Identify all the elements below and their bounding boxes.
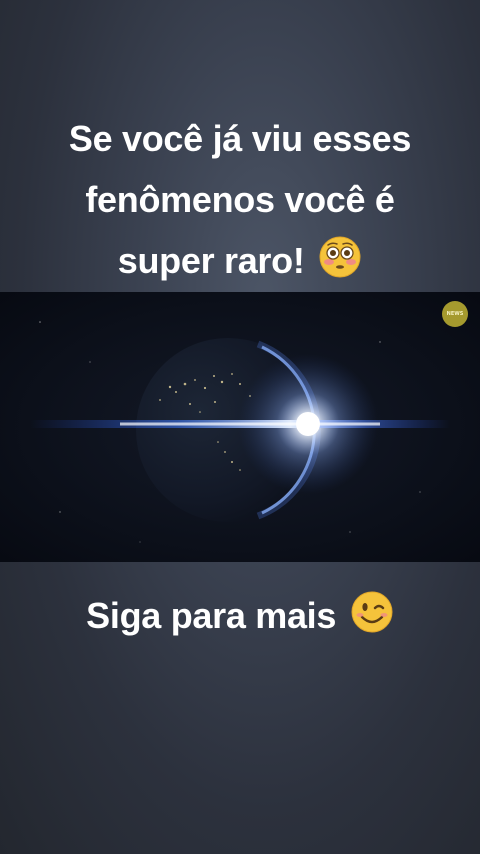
video-frame[interactable]: [0, 292, 480, 562]
flushed-face-icon: [318, 235, 362, 279]
top-caption-line-2: fenômenos você é: [85, 179, 395, 220]
bottom-caption: Siga para mais: [20, 590, 460, 639]
top-caption-line-3-text: super raro!: [117, 240, 305, 281]
winking-face-icon: [350, 590, 394, 634]
top-caption-line-1: Se você já viu esses: [68, 118, 412, 159]
watermark-text: NEWS: [446, 311, 464, 317]
channel-watermark-logo: NEWS: [442, 301, 468, 327]
bottom-caption-text: Siga para mais: [86, 595, 337, 636]
earth-sunrise-image: [0, 292, 480, 562]
top-caption-line-3: super raro!: [20, 230, 460, 291]
top-caption: Se você já viu esses fenômenos você é su…: [20, 108, 460, 291]
